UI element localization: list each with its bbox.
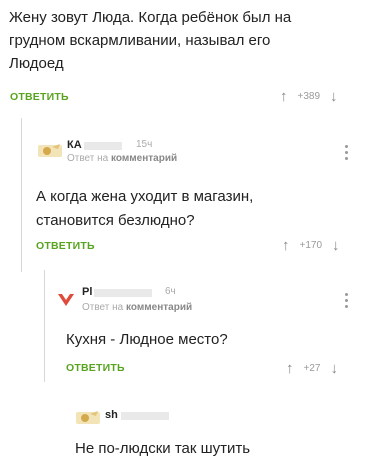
user-avatar-icon[interactable] bbox=[54, 292, 78, 308]
thread-line-1[interactable] bbox=[21, 118, 22, 272]
comment-2-text: А когда жена уходит в магазин, становитс… bbox=[36, 185, 366, 233]
username-redaction bbox=[84, 142, 122, 150]
comment-3-username[interactable]: Pl bbox=[82, 286, 92, 298]
reply-to-link[interactable]: комментарий bbox=[111, 153, 177, 164]
more-vertical-icon[interactable] bbox=[345, 293, 349, 308]
comment-3-line-1: Кухня - Людное место? bbox=[66, 331, 228, 348]
arrow-down-icon[interactable]: ↓ bbox=[332, 238, 340, 253]
comment-2-reply-button[interactable]: ОТВЕТИТЬ bbox=[36, 240, 95, 252]
comment-3-reply-button[interactable]: ОТВЕТИТЬ bbox=[66, 362, 125, 374]
comment-1-score: +389 bbox=[297, 91, 321, 102]
comment-2-line-1: А когда жена уходит в магазин, bbox=[36, 188, 254, 205]
comment-2-line-2: становится безлюдно? bbox=[36, 212, 195, 229]
comment-4-line-1: Не по-людски так шутить bbox=[75, 440, 251, 457]
username-redaction bbox=[121, 412, 169, 420]
comment-4-text: Не по-людски так шутить bbox=[75, 437, 365, 461]
more-vertical-icon[interactable] bbox=[345, 145, 349, 160]
comment-2-time: 15ч bbox=[136, 139, 153, 150]
user-avatar-icon[interactable] bbox=[38, 141, 62, 157]
comment-3-time: 6ч bbox=[165, 286, 176, 297]
comment-3-reply-to: Ответ на комментарий bbox=[82, 302, 192, 313]
comment-2-username[interactable]: КА bbox=[67, 139, 82, 151]
reply-to-prefix: Ответ на bbox=[82, 302, 124, 313]
comment-3-score: +27 bbox=[303, 363, 321, 374]
comment-3-text: Кухня - Людное место? bbox=[66, 328, 356, 352]
comment-1-text: Жену зовут Люда. Когда ребёнок был на гр… bbox=[9, 6, 369, 75]
comment-1-line-2: грудном вскармливании, называл его bbox=[9, 32, 271, 49]
reply-to-link[interactable]: комментарий bbox=[126, 302, 192, 313]
comment-4-username[interactable]: sh bbox=[105, 409, 118, 421]
comment-2-vote: ↑ +170 ↓ bbox=[282, 238, 340, 253]
comment-2-score: +170 bbox=[299, 240, 323, 251]
user-avatar-icon[interactable] bbox=[76, 408, 100, 424]
arrow-up-icon[interactable]: ↑ bbox=[282, 238, 290, 253]
arrow-up-icon[interactable]: ↑ bbox=[280, 89, 288, 104]
comment-1-line-1: Жену зовут Люда. Когда ребёнок был на bbox=[9, 9, 292, 26]
thread-line-2[interactable] bbox=[44, 270, 45, 382]
reply-to-prefix: Ответ на bbox=[67, 153, 109, 164]
comment-3-vote: ↑ +27 ↓ bbox=[286, 361, 338, 376]
arrow-down-icon[interactable]: ↓ bbox=[330, 89, 338, 104]
arrow-up-icon[interactable]: ↑ bbox=[286, 361, 294, 376]
comment-1-reply-button[interactable]: ОТВЕТИТЬ bbox=[10, 91, 69, 103]
username-redaction bbox=[94, 289, 152, 297]
comment-1-line-3: Людоед bbox=[9, 55, 64, 72]
comment-2-reply-to: Ответ на комментарий bbox=[67, 153, 177, 164]
arrow-down-icon[interactable]: ↓ bbox=[330, 361, 338, 376]
comment-1-vote: ↑ +389 ↓ bbox=[280, 89, 338, 104]
